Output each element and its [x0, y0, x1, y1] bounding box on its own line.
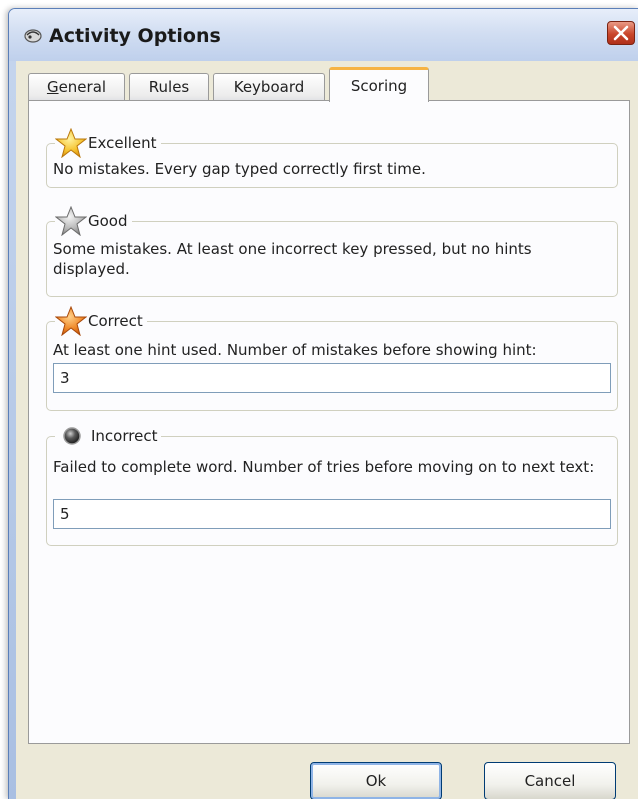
good-header: Good	[55, 206, 132, 236]
close-button[interactable]	[607, 21, 635, 45]
mistakes-before-hint-input[interactable]	[53, 363, 611, 393]
cancel-button[interactable]: Cancel	[484, 762, 616, 799]
incorrect-title: Incorrect	[91, 427, 158, 445]
window-title: Activity Options	[49, 25, 221, 47]
tab-scoring[interactable]: Scoring	[329, 67, 429, 102]
excellent-header: Excellent	[55, 128, 161, 158]
correct-description: At least one hint used. Number of mistak…	[53, 341, 537, 359]
tab-general-label: eneral	[58, 78, 107, 96]
grey-star-icon	[55, 206, 87, 236]
excellent-title: Excellent	[88, 134, 157, 152]
app-icon	[24, 29, 42, 43]
tab-keyboard[interactable]: Keyboard	[213, 73, 325, 101]
orange-star-icon	[55, 306, 87, 336]
incorrect-group: Incorrect Failed to complete word. Numbe…	[46, 422, 618, 546]
correct-title: Correct	[88, 312, 143, 330]
dialog-client-area: General Rules Keyboard Scoring Excellent…	[16, 61, 638, 799]
good-group: Good Some mistakes. At least one incorre…	[46, 206, 618, 297]
incorrect-header: Incorrect	[55, 422, 162, 450]
tab-general-mnemonic: G	[46, 78, 59, 96]
activity-options-dialog: Activity Options General Rules Keyboard …	[8, 8, 638, 799]
tab-rules[interactable]: Rules	[129, 73, 209, 101]
gold-star-icon	[55, 128, 87, 158]
excellent-description: No mistakes. Every gap typed correctly f…	[53, 160, 426, 178]
good-description: Some mistakes. At least one incorrect ke…	[53, 240, 532, 278]
good-title: Good	[88, 212, 128, 230]
tries-before-next-input[interactable]	[53, 499, 611, 529]
scoring-tab-panel: Excellent No mistakes. Every gap typed c…	[28, 100, 630, 744]
tab-general[interactable]: General	[28, 73, 125, 101]
ok-button[interactable]: Ok	[310, 762, 442, 799]
correct-header: Correct	[55, 306, 147, 336]
close-icon	[613, 25, 629, 41]
correct-group: Correct At least one hint used. Number o…	[46, 306, 618, 411]
incorrect-description: Failed to complete word. Number of tries…	[53, 458, 595, 476]
dark-circle-icon	[63, 427, 81, 445]
excellent-group: Excellent No mistakes. Every gap typed c…	[46, 128, 618, 188]
title-bar[interactable]: Activity Options	[9, 9, 638, 61]
